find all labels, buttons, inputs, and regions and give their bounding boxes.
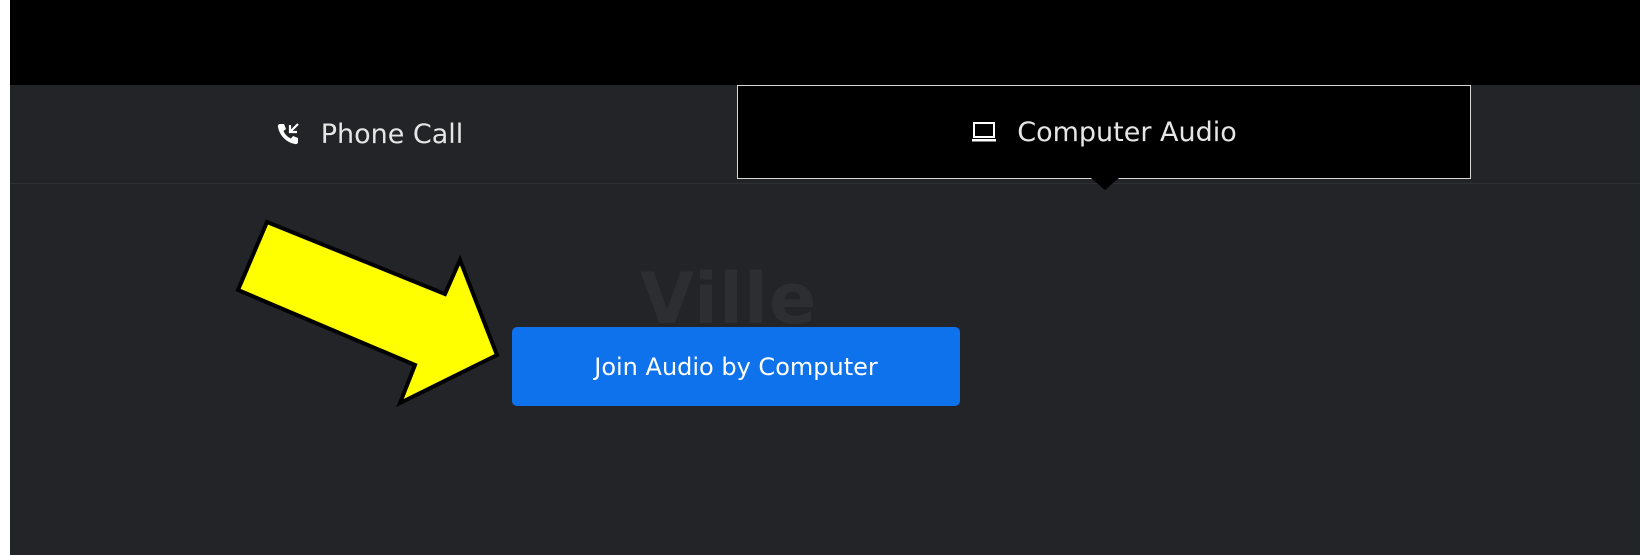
join-audio-by-computer-button[interactable]: Join Audio by Computer — [512, 327, 960, 406]
laptop-icon — [971, 120, 997, 144]
tab-phone-call-label: Phone Call — [320, 118, 464, 150]
tab-computer-audio-label: Computer Audio — [1017, 116, 1237, 148]
phone-call-icon — [275, 121, 301, 147]
tab-computer-audio[interactable]: Computer Audio — [737, 85, 1471, 179]
dialog-header — [10, 0, 1640, 85]
selected-tab-pointer — [1091, 178, 1119, 190]
screenshot-frame: Phone Call Computer Audio Ville Join Aud… — [0, 0, 1650, 555]
audio-tab-strip: Phone Call Computer Audio — [10, 85, 1640, 184]
audio-dialog: Phone Call Computer Audio Ville Join Aud… — [10, 0, 1640, 555]
tab-phone-call[interactable]: Phone Call — [10, 85, 728, 183]
